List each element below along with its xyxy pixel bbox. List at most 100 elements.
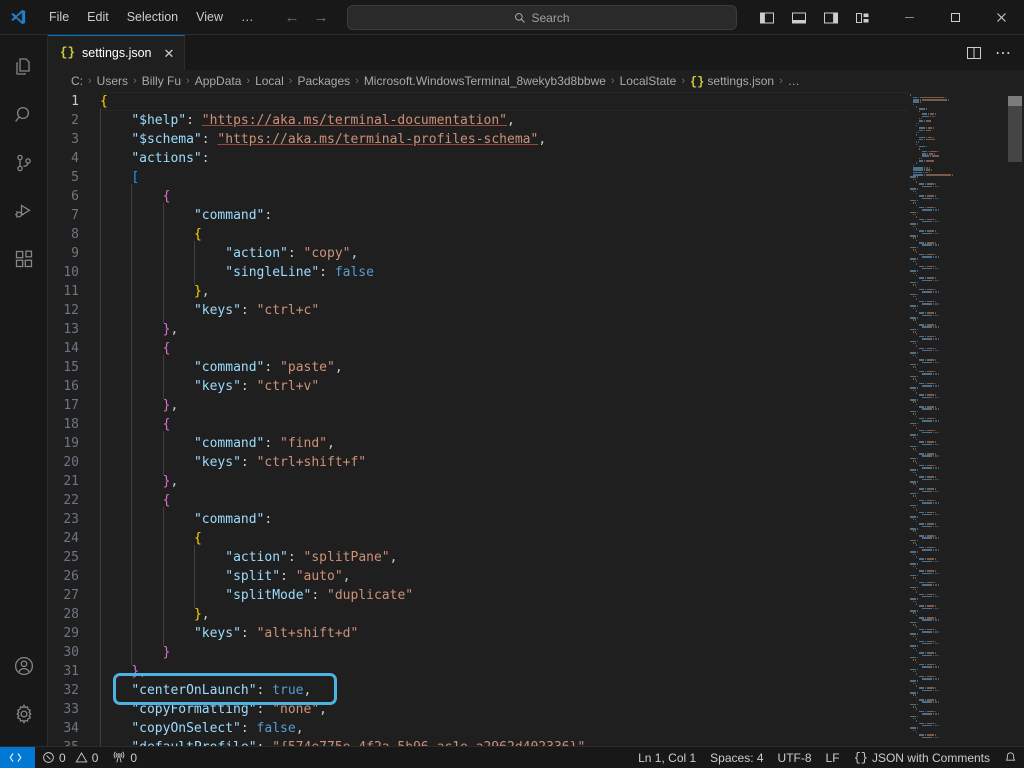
status-problems[interactable]: 0 0 [35,747,105,768]
tab-close-icon[interactable]: ✕ [164,47,175,60]
code-line[interactable]: 25 "action": "splitPane", [48,548,908,567]
code-line[interactable]: 24 { [48,529,908,548]
code-line[interactable]: 16 "keys": "ctrl+v" [48,377,908,396]
minimap-segment [913,390,914,392]
code-line[interactable]: 35 "defaultProfile": "{574e775e-4f2a-5b9… [48,738,908,746]
activity-explorer[interactable] [0,43,48,91]
minimize-button[interactable] [886,0,932,35]
breadcrumb-overflow[interactable]: … [785,74,803,88]
activity-settings[interactable] [0,690,48,738]
code-line[interactable]: 27 "splitMode": "duplicate" [48,586,908,605]
minimap-segment [910,235,916,237]
minimap-segment [913,99,919,101]
code-line[interactable]: 22 { [48,491,908,510]
breadcrumb-item-1[interactable]: Users [94,74,131,88]
status-indentation[interactable]: Spaces: 4 [703,747,770,768]
code-line[interactable]: 20 "keys": "ctrl+shift+f" [48,453,908,472]
status-ports[interactable]: 0 [105,747,144,768]
code-line[interactable]: 1{ [48,92,908,111]
title-bar: File Edit Selection View … ← → Search [0,0,1024,35]
code-line[interactable]: 14 { [48,339,908,358]
remote-indicator[interactable] [0,747,35,768]
toggle-secondary-sidebar-icon[interactable] [820,7,842,29]
customize-layout-icon[interactable] [852,7,874,29]
code-line[interactable]: 29 "keys": "alt+shift+d" [48,624,908,643]
minimap-segment [917,469,918,471]
menu-file[interactable]: File [40,5,78,29]
code-line[interactable]: 26 "split": "auto", [48,567,908,586]
code-line[interactable]: 33 "copyFormatting": "none", [48,700,908,719]
code-line[interactable]: 8 { [48,225,908,244]
code-line[interactable]: 31 }, [48,662,908,681]
breadcrumb-item-3[interactable]: AppData [192,74,245,88]
code-line[interactable]: 5 [ [48,168,908,187]
activity-run-debug[interactable] [0,187,48,235]
status-encoding[interactable]: UTF-8 [771,747,819,768]
code-line[interactable]: 3 "$schema": "https://aka.ms/terminal-pr… [48,130,908,149]
minimap-segment [927,394,934,396]
code-line[interactable]: 13 }, [48,320,908,339]
code-line[interactable]: 32 "centerOnLaunch": true, [48,681,908,700]
activity-accounts[interactable] [0,642,48,690]
arrow-left-icon[interactable]: ← [285,10,300,25]
code-line[interactable]: 10 "singleLine": false [48,263,908,282]
minimap-segment [922,99,947,101]
arrow-right-icon[interactable]: → [314,10,329,25]
code-token: "copyOnSelect" [131,721,241,736]
status-cursor-position[interactable]: Ln 1, Col 1 [631,747,703,768]
breadcrumb-item-file[interactable]: {}settings.json [687,74,777,89]
minimap-segment [930,155,931,157]
minimap-segment [927,535,934,537]
minimap-segment [910,446,916,448]
code-line[interactable]: 11 }, [48,282,908,301]
breadcrumb-item-4[interactable]: Local [252,74,287,88]
code-line[interactable]: 23 "command": [48,510,908,529]
code-line[interactable]: 18 { [48,415,908,434]
code-editor[interactable]: 1{2 "$help": "https://aka.ms/terminal-do… [48,92,1024,746]
status-language-mode[interactable]: {} JSON with Comments [847,747,997,768]
breadcrumb-item-6[interactable]: Microsoft.WindowsTerminal_8wekyb3d8bbwe [361,74,609,88]
toggle-panel-icon[interactable] [788,7,810,29]
status-eol[interactable]: LF [819,747,847,768]
breadcrumb-item-0[interactable]: C: [68,74,86,88]
breadcrumb-item-7[interactable]: LocalState [617,74,680,88]
code-line[interactable]: 2 "$help": "https://aka.ms/terminal-docu… [48,111,908,130]
split-editor-right-icon[interactable] [961,40,987,66]
code-token: : [280,569,296,584]
activity-search[interactable] [0,91,48,139]
tab-settings-json[interactable]: {} settings.json ✕ [48,35,185,70]
minimap-segment [922,244,932,246]
minimap-scroll-thumb[interactable] [1008,96,1022,106]
minimap-segment [915,542,916,544]
code-line[interactable]: 15 "command": "paste", [48,358,908,377]
minimap[interactable] [908,92,1024,746]
code-line[interactable]: 4 "actions": [48,149,908,168]
search-input[interactable]: Search [347,5,737,30]
minimap-segment [935,655,937,657]
menu-selection[interactable]: Selection [118,5,187,29]
code-line[interactable]: 28 }, [48,605,908,624]
more-actions-icon[interactable]: ⋯ [990,40,1016,66]
menu-more[interactable]: … [232,5,263,29]
toggle-primary-sidebar-icon[interactable] [756,7,778,29]
breadcrumb-item-2[interactable]: Billy Fu [139,74,184,88]
code-line[interactable]: 9 "action": "copy", [48,244,908,263]
menu-view[interactable]: View [187,5,232,29]
code-line[interactable]: 7 "command": [48,206,908,225]
code-line[interactable]: 30 } [48,643,908,662]
code-line[interactable]: 6 { [48,187,908,206]
code-line[interactable]: 21 }, [48,472,908,491]
activity-extensions[interactable] [0,235,48,283]
maximize-button[interactable] [932,0,978,35]
breadcrumb-item-5[interactable]: Packages [294,74,353,88]
code-line[interactable]: 12 "keys": "ctrl+c" [48,301,908,320]
indent-guide [131,605,162,624]
status-notifications[interactable] [997,747,1024,768]
code-line[interactable]: 19 "command": "find", [48,434,908,453]
code-viewport[interactable]: 1{2 "$help": "https://aka.ms/terminal-do… [48,92,908,746]
code-line[interactable]: 17 }, [48,396,908,415]
menu-edit[interactable]: Edit [78,5,118,29]
close-button[interactable] [978,0,1024,35]
code-line[interactable]: 34 "copyOnSelect": false, [48,719,908,738]
activity-source-control[interactable] [0,139,48,187]
